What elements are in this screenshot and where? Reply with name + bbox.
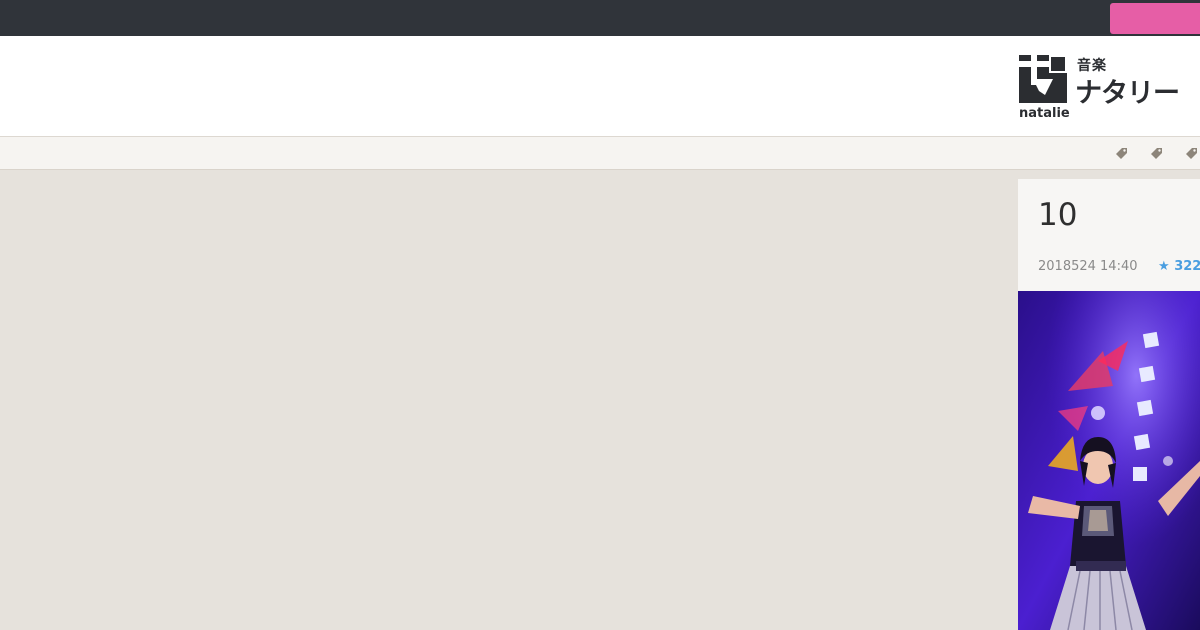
article-card[interactable]: 10 2018524 14:40 ★ 322: [1018, 179, 1200, 630]
natalie-logo-mark-icon: [1019, 55, 1067, 103]
article-stars[interactable]: ★ 322: [1158, 259, 1200, 274]
article-title[interactable]: 10: [1038, 197, 1077, 233]
tag-icon[interactable]: [1150, 147, 1163, 159]
logo-brand-text: ナタリー: [1075, 78, 1180, 109]
article-date: 2018524 14:40: [1038, 259, 1138, 274]
article-photo[interactable]: [1018, 291, 1200, 630]
natalie-logo[interactable]: 音楽 ナタリー natalie: [1019, 55, 1189, 125]
tag-icon[interactable]: [1185, 147, 1198, 159]
topbar-action-button[interactable]: [1110, 3, 1200, 34]
star-icon: ★: [1158, 259, 1170, 274]
top-navigation-bar: [0, 0, 1200, 36]
tag-icon[interactable]: [1115, 147, 1128, 159]
article-star-count: 322: [1174, 259, 1200, 274]
tag-bar: [0, 136, 1200, 170]
logo-sub-text: natalie: [1019, 106, 1070, 121]
site-header: 音楽 ナタリー natalie: [0, 36, 1200, 136]
